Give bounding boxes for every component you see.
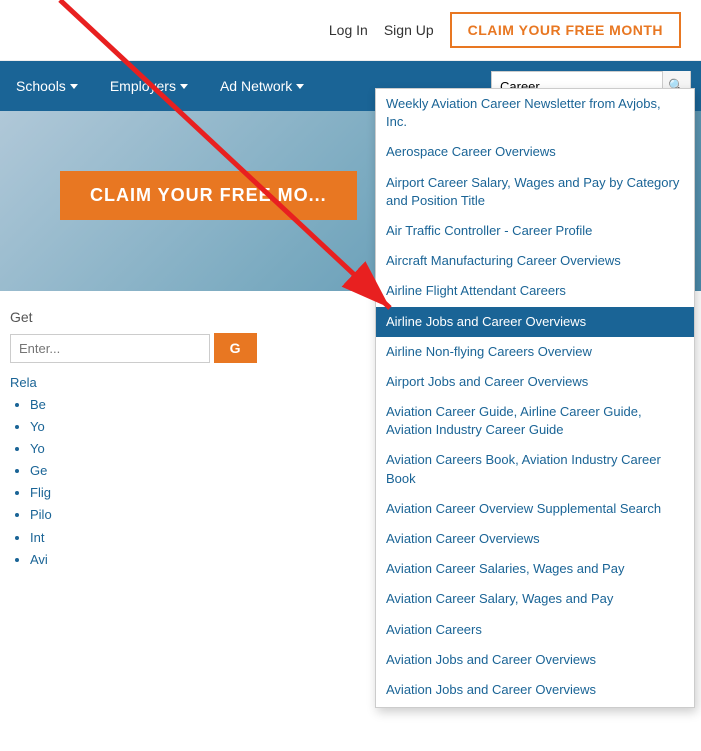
dropdown-item[interactable]: Aerospace Career Overviews xyxy=(376,137,694,167)
dropdown-item[interactable]: Aviation Careers Book, Aviation Industry… xyxy=(376,445,694,493)
dropdown-item[interactable]: Aviation Career Overviews xyxy=(376,524,694,554)
sidebar-item-schools[interactable]: Schools xyxy=(0,61,94,111)
search-dropdown: Weekly Aviation Career Newsletter from A… xyxy=(375,88,695,708)
dropdown-item[interactable]: Airport Jobs and Career Overviews xyxy=(376,367,694,397)
sidebar-item-employers[interactable]: Employers xyxy=(94,61,204,111)
dropdown-item[interactable]: Aviation Jobs and Career Overviews List xyxy=(376,705,694,708)
dropdown-item[interactable]: Aviation Career Salaries, Wages and Pay xyxy=(376,554,694,584)
adnetwork-label: Ad Network xyxy=(220,78,292,94)
dropdown-item[interactable]: Aviation Career Overview Supplemental Se… xyxy=(376,494,694,524)
adnetwork-chevron-icon xyxy=(296,84,304,89)
dropdown-item[interactable]: Aviation Career Salary, Wages and Pay xyxy=(376,584,694,614)
dropdown-item[interactable]: Aviation Careers xyxy=(376,615,694,645)
hero-claim-button[interactable]: CLAIM YOUR FREE MO... xyxy=(60,171,357,220)
dropdown-item[interactable]: Air Traffic Controller - Career Profile xyxy=(376,216,694,246)
employers-label: Employers xyxy=(110,78,176,94)
login-link[interactable]: Log In xyxy=(329,22,368,38)
dropdown-item[interactable]: Aviation Career Guide, Airline Career Gu… xyxy=(376,397,694,445)
email-input[interactable] xyxy=(10,334,210,363)
sidebar-item-adnetwork[interactable]: Ad Network xyxy=(204,61,320,111)
dropdown-item[interactable]: Aviation Jobs and Career Overviews xyxy=(376,675,694,705)
dropdown-item[interactable]: Airline Flight Attendant Careers xyxy=(376,276,694,306)
dropdown-item[interactable]: Airline Non-flying Careers Overview xyxy=(376,337,694,367)
employers-chevron-icon xyxy=(180,84,188,89)
dropdown-item[interactable]: Aircraft Manufacturing Career Overviews xyxy=(376,246,694,276)
dropdown-item[interactable]: Weekly Aviation Career Newsletter from A… xyxy=(376,89,694,137)
claim-top-button[interactable]: CLAIM YOUR FREE MONTH xyxy=(450,12,681,48)
dropdown-item[interactable]: Airline Jobs and Career Overviews xyxy=(376,307,694,337)
dropdown-item[interactable]: Aviation Jobs and Career Overviews xyxy=(376,645,694,675)
top-nav: Log In Sign Up CLAIM YOUR FREE MONTH xyxy=(0,0,701,61)
schools-label: Schools xyxy=(16,78,66,94)
go-button[interactable]: G xyxy=(214,333,257,363)
schools-chevron-icon xyxy=(70,84,78,89)
dropdown-item[interactable]: Airport Career Salary, Wages and Pay by … xyxy=(376,168,694,216)
signup-link[interactable]: Sign Up xyxy=(384,22,434,38)
